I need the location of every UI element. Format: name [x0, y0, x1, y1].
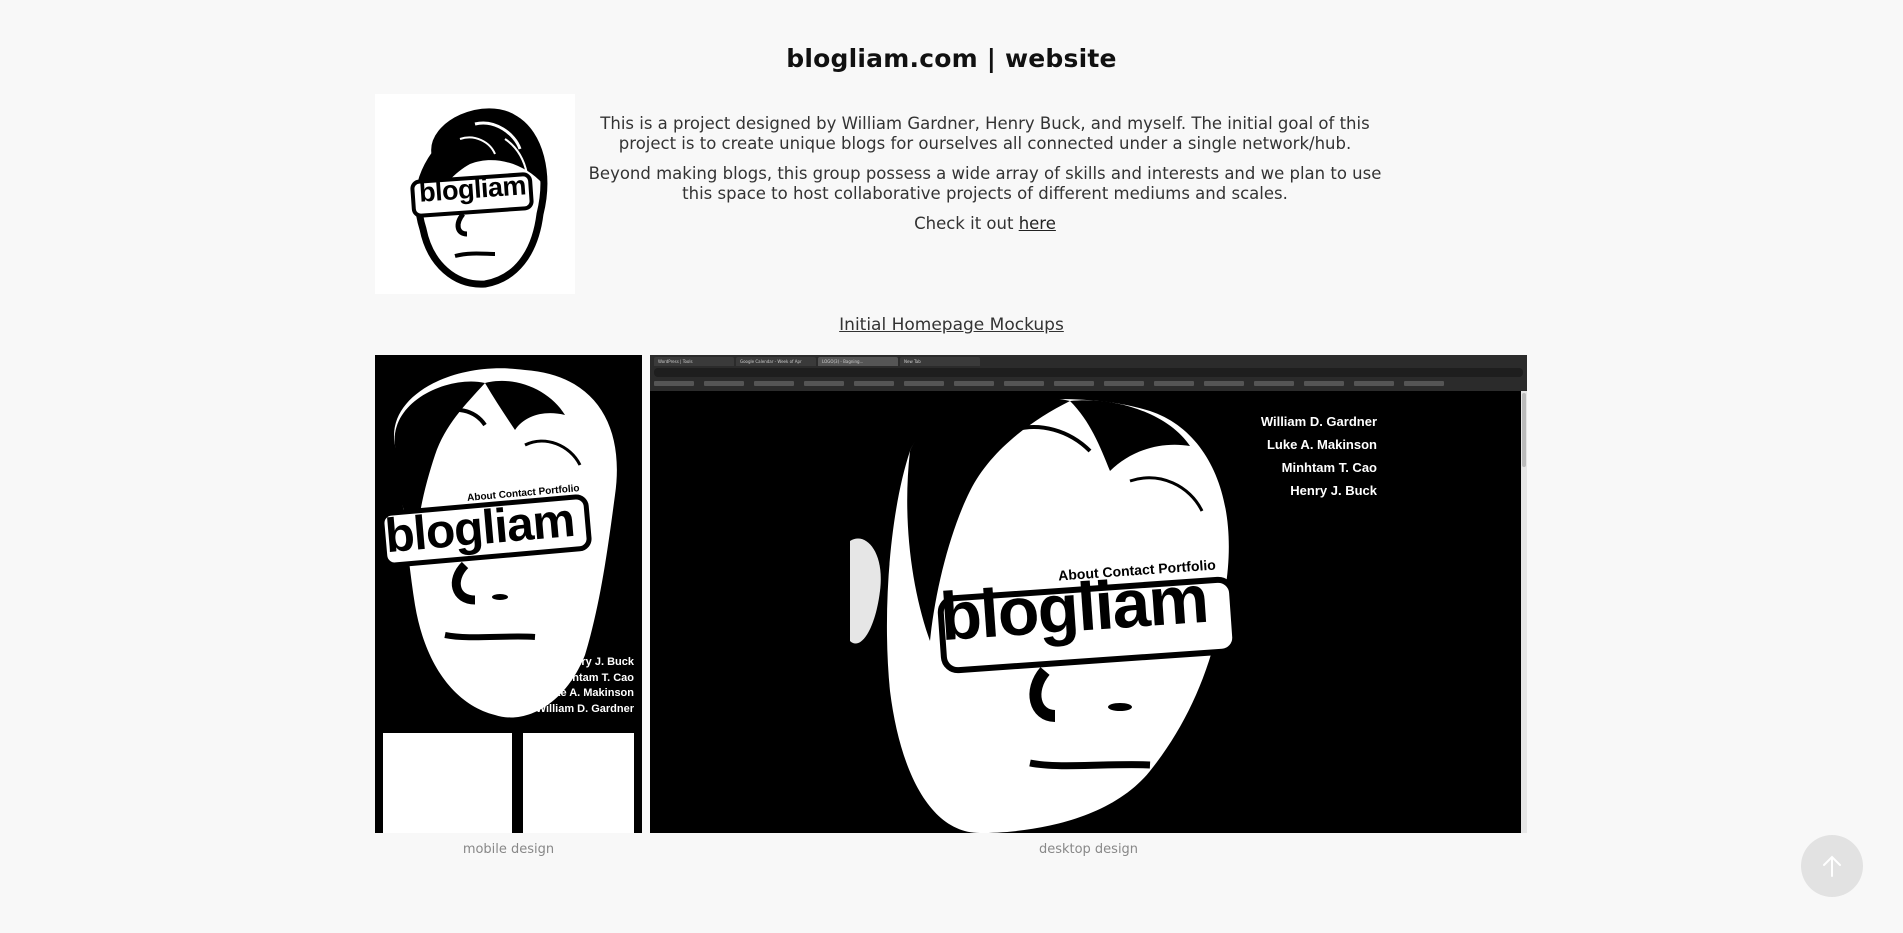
page-title: blogliam.com | website: [786, 44, 1117, 73]
mockup-tab: Google Calendar - Week of Apr: [736, 357, 816, 366]
mockups-heading-link[interactable]: Initial Homepage Mockups: [839, 315, 1064, 335]
blogliam-logo-image: blogliam: [375, 94, 575, 294]
desktop-caption: desktop design: [1038, 842, 1139, 857]
desktop-name-1: William D. Gardner: [1260, 414, 1377, 429]
desktop-name-2: Luke A. Makinson: [1266, 437, 1377, 452]
mockup-tab: New Tab: [900, 357, 980, 366]
mobile-name-3: Luke A. Makinson: [540, 687, 634, 699]
mobile-name-2: Minhtam T. Cao: [553, 671, 634, 684]
check-it-out-text: Check it out: [914, 214, 1019, 233]
mockup-address-bar: [654, 368, 1523, 377]
intro-paragraph-2: Beyond making blogs, this group possess …: [588, 164, 1382, 203]
mockup-scrollbar: [1521, 391, 1527, 833]
check-it-out-line: Check it out here: [585, 214, 1385, 234]
project-intro: This is a project designed by William Ga…: [585, 114, 1385, 244]
mobile-names-list: Henry J. Buck Minhtam T. Cao Luke A. Mak…: [536, 655, 634, 717]
intro-paragraph-1: This is a project designed by William Ga…: [600, 114, 1370, 153]
mockup-tab-row: WordPress | Tools Google Calendar - Week…: [654, 357, 980, 366]
scroll-to-top-button[interactable]: [1801, 835, 1863, 897]
desktop-names-list: William D. Gardner Luke A. Makinson Minh…: [1261, 410, 1377, 502]
mobile-mockup-image: About Contact Portfolio blogliam Henry J…: [375, 355, 642, 833]
mockup-browser-chrome: WordPress | Tools Google Calendar - Week…: [650, 355, 1527, 391]
desktop-name-3: Minhtam T. Cao: [1281, 460, 1377, 475]
mockup-tab: WordPress | Tools: [654, 357, 734, 366]
mockup-tab: LOGO(3) - Bagning...: [818, 357, 898, 366]
desktop-mockup-image: WordPress | Tools Google Calendar - Week…: [650, 355, 1527, 833]
mobile-caption: mobile design: [462, 842, 555, 857]
mobile-name-4: William D. Gardner: [535, 702, 634, 715]
mockups-heading-row: Initial Homepage Mockups: [0, 315, 1903, 335]
mobile-name-1: Henry J. Buck: [560, 656, 634, 668]
mockup-bookmarks-bar: [654, 380, 1523, 388]
desktop-name-4: Henry J. Buck: [1290, 483, 1377, 498]
arrow-up-icon: [1823, 855, 1841, 877]
here-link[interactable]: here: [1019, 214, 1056, 233]
